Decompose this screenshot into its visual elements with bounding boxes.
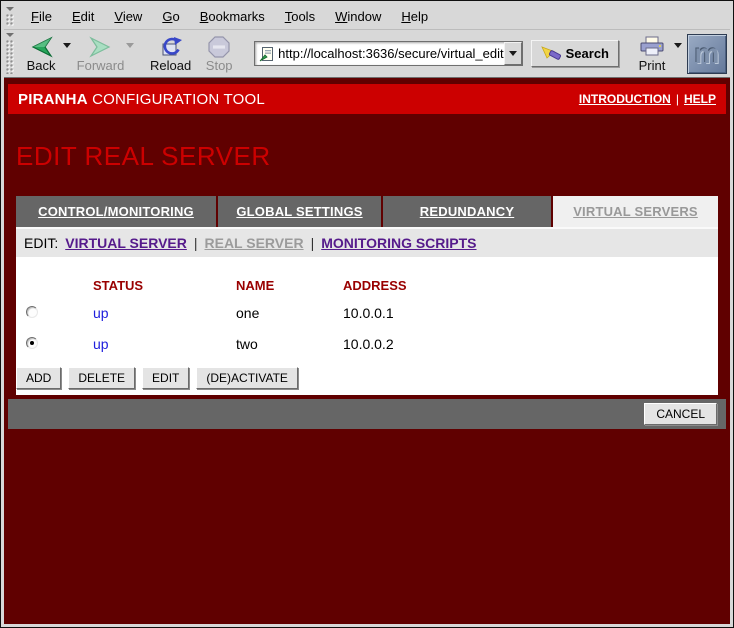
page-title: EDIT REAL SERVER <box>16 141 726 172</box>
menu-file[interactable]: File <box>21 9 62 24</box>
subnav-real-server-link: REAL SERVER <box>205 235 304 251</box>
print-button[interactable]: Print <box>631 32 673 76</box>
app-title: PIRANHA CONFIGURATION TOOL <box>18 91 265 108</box>
status-link[interactable]: up <box>93 336 109 352</box>
table-row: up two 10.0.0.2 <box>16 328 718 359</box>
url-page-icon <box>259 46 274 62</box>
menu-tools[interactable]: Tools <box>275 9 325 24</box>
mozilla-logo-icon[interactable]: m <box>687 34 727 74</box>
stop-icon <box>208 35 230 58</box>
column-status: STATUS <box>93 278 236 293</box>
footer-bar: CANCEL <box>8 399 726 429</box>
column-name: NAME <box>236 278 343 293</box>
menu-bookmarks[interactable]: Bookmarks <box>190 9 275 24</box>
server-address: 10.0.0.1 <box>343 305 718 321</box>
tab-redundancy[interactable]: REDUNDANCY <box>383 196 551 227</box>
url-input[interactable]: http://localhost:3636/secure/virtual_edi… <box>278 46 503 61</box>
search-flashlight-icon <box>541 46 561 62</box>
row-select-radio[interactable] <box>26 337 38 349</box>
forward-icon <box>88 35 114 58</box>
cancel-button[interactable]: CANCEL <box>644 403 717 425</box>
tab-virtual-servers[interactable]: VIRTUAL SERVERS <box>553 196 718 227</box>
piranha-banner: PIRANHA CONFIGURATION TOOL INTRODUCTION … <box>8 84 726 114</box>
table-row: up one 10.0.0.1 <box>16 297 718 328</box>
help-link[interactable]: HELP <box>684 92 716 106</box>
subnav-virtual-server-link[interactable]: VIRTUAL SERVER <box>65 235 187 251</box>
row-select-radio[interactable] <box>26 306 38 318</box>
reload-icon <box>159 35 183 58</box>
reload-button[interactable]: Reload <box>149 32 192 76</box>
menu-view[interactable]: View <box>104 9 152 24</box>
browser-window: File Edit View Go Bookmarks Tools Window… <box>0 0 734 628</box>
back-dropdown-arrow-icon[interactable] <box>63 43 71 48</box>
tab-control-monitoring[interactable]: CONTROL/MONITORING <box>16 196 216 227</box>
url-bar[interactable]: http://localhost:3636/secure/virtual_edi… <box>254 41 522 66</box>
menubar-grippy[interactable] <box>5 5 15 28</box>
add-button[interactable]: ADD <box>16 367 61 389</box>
tab-global-settings[interactable]: GLOBAL SETTINGS <box>218 196 381 227</box>
server-address: 10.0.0.2 <box>343 336 718 352</box>
back-button[interactable]: Back <box>20 32 62 76</box>
menu-edit[interactable]: Edit <box>62 9 104 24</box>
status-link[interactable]: up <box>93 305 109 321</box>
edit-button[interactable]: EDIT <box>142 367 189 389</box>
page-viewport: PIRANHA CONFIGURATION TOOL INTRODUCTION … <box>4 78 730 624</box>
forward-button[interactable]: Forward <box>76 32 125 76</box>
menu-window[interactable]: Window <box>325 9 391 24</box>
server-name: one <box>236 305 343 321</box>
menu-help[interactable]: Help <box>391 9 438 24</box>
back-icon <box>28 35 54 58</box>
subnav-monitoring-scripts-link[interactable]: MONITORING SCRIPTS <box>321 235 476 251</box>
banner-separator: | <box>676 92 679 106</box>
chevron-down-icon <box>509 51 517 56</box>
menu-bar: File Edit View Go Bookmarks Tools Window… <box>4 4 730 30</box>
print-icon <box>639 35 665 58</box>
search-button[interactable]: Search <box>531 40 619 67</box>
delete-button[interactable]: DELETE <box>68 367 135 389</box>
subnav-prefix: EDIT: <box>24 235 58 251</box>
server-name: two <box>236 336 343 352</box>
print-dropdown-arrow-icon[interactable] <box>674 43 682 48</box>
toolbar-grippy[interactable] <box>5 31 14 76</box>
tab-bar: CONTROL/MONITORING GLOBAL SETTINGS REDUN… <box>16 196 718 227</box>
introduction-link[interactable]: INTRODUCTION <box>579 92 671 106</box>
column-address: ADDRESS <box>343 278 718 293</box>
edit-subnav: EDIT: VIRTUAL SERVER | REAL SERVER | MON… <box>16 227 718 257</box>
real-server-table: STATUS NAME ADDRESS up one 10.0.0.1 up t… <box>16 257 718 395</box>
forward-dropdown-arrow-icon[interactable] <box>126 43 134 48</box>
navigation-toolbar: Back Forward Reload <box>4 30 730 78</box>
action-button-row: ADD DELETE EDIT (DE)ACTIVATE <box>16 367 718 389</box>
deactivate-button[interactable]: (DE)ACTIVATE <box>196 367 298 389</box>
url-history-dropdown[interactable] <box>504 42 522 65</box>
stop-button[interactable]: Stop <box>198 32 240 76</box>
menu-go[interactable]: Go <box>152 9 189 24</box>
table-header-row: STATUS NAME ADDRESS <box>16 273 718 297</box>
